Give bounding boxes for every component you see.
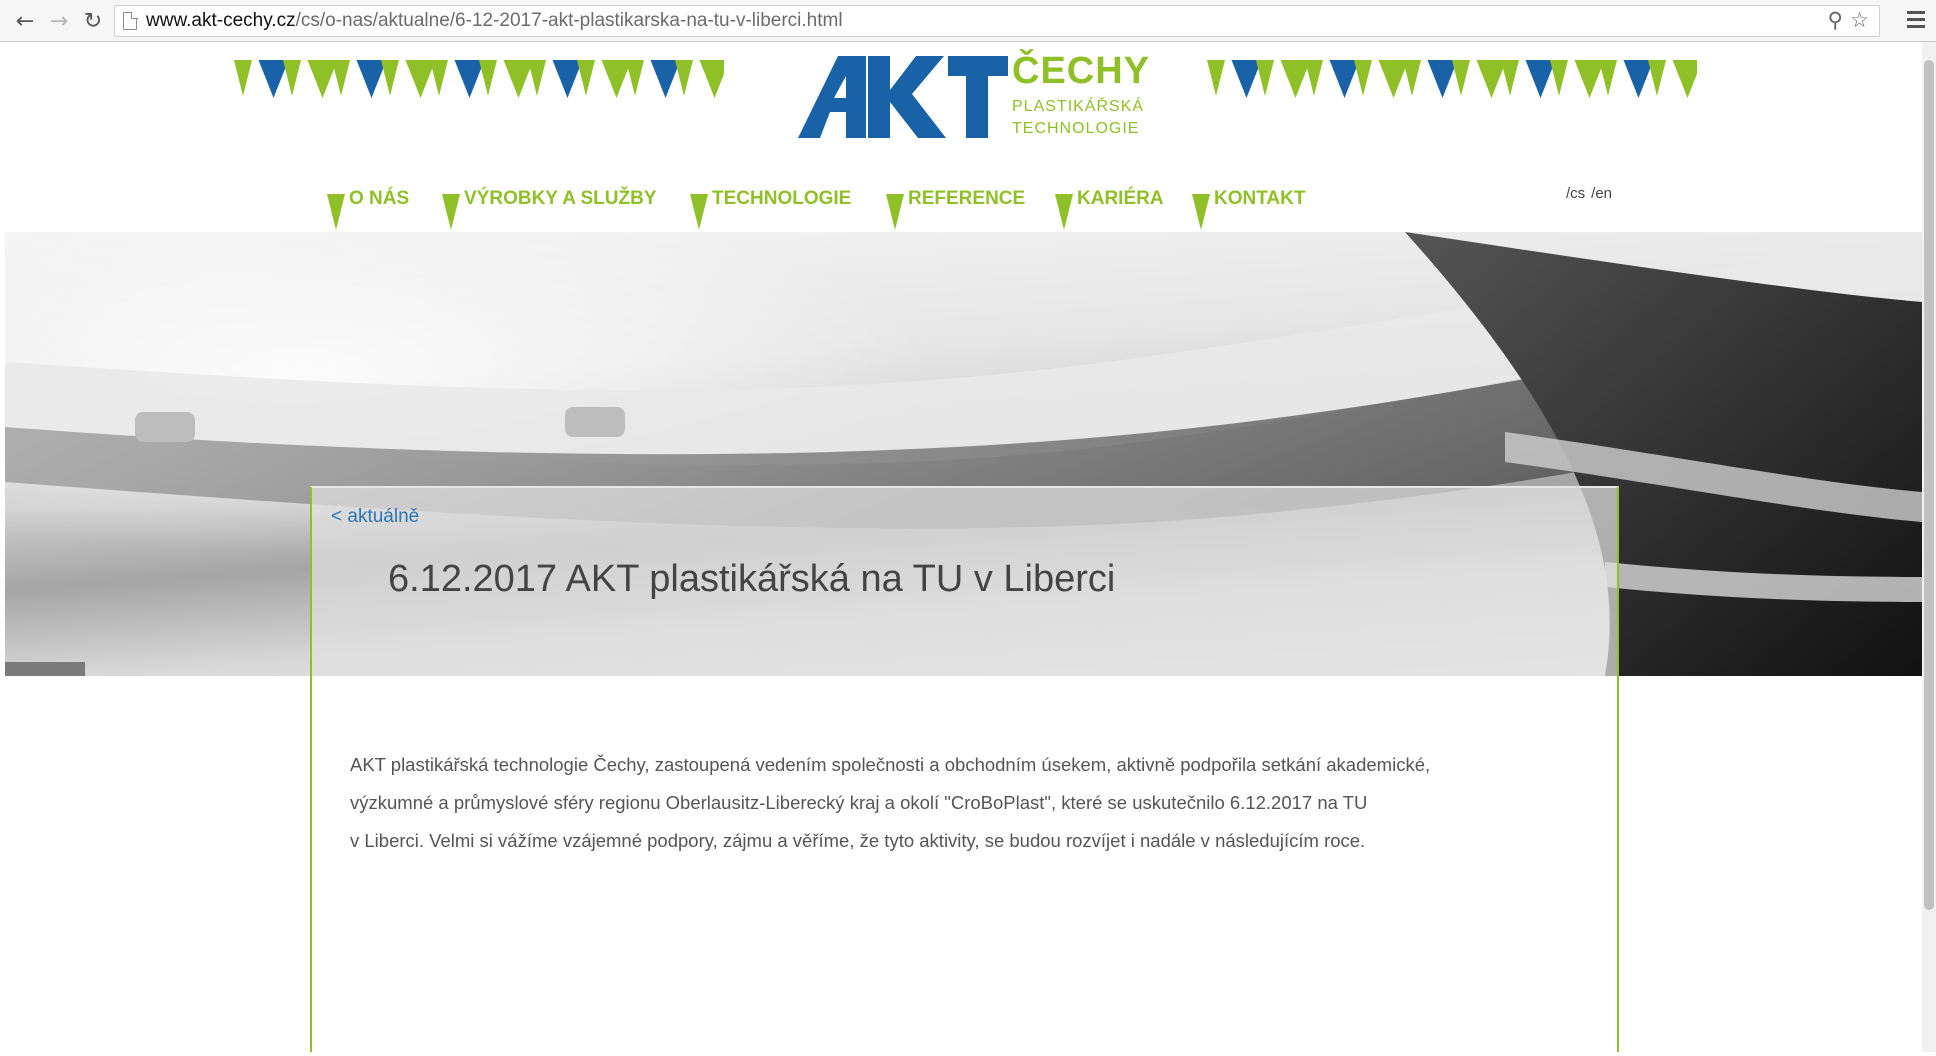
pennant-flag (1354, 60, 1372, 96)
menu-icon[interactable] (1904, 7, 1928, 33)
pennant-flag (1427, 60, 1458, 98)
pennant-flag (381, 60, 399, 96)
pennant-flag (1403, 60, 1421, 96)
pennant-flag (528, 60, 546, 96)
zoom-icon[interactable]: ⚲ (1828, 8, 1843, 32)
pennant-flag (552, 60, 583, 98)
pennant-flag (356, 60, 387, 98)
pennant-flag (699, 60, 724, 98)
pennant-flag (650, 60, 681, 98)
pennant-flag (503, 60, 534, 98)
pennant-flag (1329, 60, 1360, 98)
pennant-flag (1378, 60, 1409, 98)
nav-label: REFERENCE (908, 188, 1026, 209)
article-line: AKT plastikářská technologie Čechy, zast… (350, 754, 1431, 775)
main-navigation: O NÁS VÝROBKY A SLUŽBY TECHNOLOGIE REFER… (0, 180, 1936, 230)
pennant-flag (675, 60, 693, 96)
pennant-flag (258, 60, 289, 98)
lang-en-link[interactable]: /en (1591, 185, 1612, 202)
address-bar[interactable]: www.akt-cechy.cz/cs/o-nas/aktualne/6-12-… (114, 5, 1880, 37)
pennant-flag (430, 60, 448, 96)
pennant-flag (1501, 60, 1519, 96)
pennant-flag (283, 60, 301, 96)
pennant-decoration-right (1207, 60, 1697, 98)
pennant-flag (1648, 60, 1666, 96)
article-body-background (312, 676, 1617, 1056)
pennant-flag (332, 60, 350, 96)
pennant-flag (307, 60, 338, 98)
article-line: výzkumné a průmyslové sféry regionu Ober… (350, 792, 1368, 813)
pennant-flag (234, 60, 252, 96)
browser-toolbar: ← → ↻ www.akt-cechy.cz/cs/o-nas/aktualne… (0, 0, 1936, 42)
scrollbar-thumb[interactable] (1924, 60, 1934, 910)
nav-flag-icon (1192, 194, 1210, 230)
pennant-flag (1280, 60, 1311, 98)
pennant-flag (1623, 60, 1654, 98)
pennant-flag (1476, 60, 1507, 98)
pennant-flag (1231, 60, 1262, 98)
url-host: www.akt-cechy.cz (146, 10, 296, 31)
pennant-flag (1574, 60, 1605, 98)
pennant-flag (1599, 60, 1617, 96)
pennant-flag (1256, 60, 1274, 96)
star-icon[interactable]: ☆ (1850, 8, 1869, 32)
pennant-flag (1305, 60, 1323, 96)
nav-label: O NÁS (349, 188, 410, 209)
article-body: AKT plastikářská technologie Čechy, zast… (350, 746, 1550, 860)
url-text[interactable]: www.akt-cechy.cz/cs/o-nas/aktualne/6-12-… (146, 10, 843, 32)
logo-line1: PLASTIKÁŘSKÁ (1012, 98, 1145, 115)
reload-icon[interactable]: ↻ (78, 6, 108, 36)
language-switcher: /cs/en (1566, 185, 1618, 202)
page-title: 6.12.2017 AKT plastikářská na TU v Liber… (388, 558, 1116, 600)
pennant-flag (601, 60, 632, 98)
back-to-news-link[interactable]: < aktuálně (331, 506, 419, 528)
nav-flag-icon (886, 194, 904, 230)
article-card: < aktuálně 6.12.2017 AKT plastikářská na… (310, 486, 1619, 1056)
logo-line2: TECHNOLOGIE (1012, 120, 1140, 137)
lang-cs-link[interactable]: /cs (1566, 185, 1585, 202)
nav-label: KARIÉRA (1077, 188, 1164, 209)
nav-flag-icon (327, 194, 345, 230)
nav-flag-icon (690, 194, 708, 230)
pennant-decoration-left (234, 60, 724, 98)
pennant-flag (1525, 60, 1556, 98)
pennant-flag (626, 60, 644, 96)
pennant-flag (405, 60, 436, 98)
nav-flag-icon (1055, 194, 1073, 230)
nav-label: VÝROBKY A SLUŽBY (464, 188, 657, 209)
logo-name: ČECHY (1012, 50, 1151, 92)
pennant-flag (479, 60, 497, 96)
nav-label: TECHNOLOGIE (712, 188, 852, 209)
pennant-flag (1550, 60, 1568, 96)
nav-flag-icon (442, 194, 460, 230)
pennant-flag (1452, 60, 1470, 96)
article-line: v Liberci. Velmi si vážíme vzájemné podp… (350, 830, 1366, 851)
page-icon (123, 11, 138, 30)
pennant-flag (454, 60, 485, 98)
arrow-right-icon[interactable]: → (44, 6, 74, 36)
pennant-flag (577, 60, 595, 96)
url-path: /cs/o-nas/aktualne/6-12-2017-akt-plastik… (295, 10, 843, 31)
arrow-left-icon[interactable]: ← (10, 6, 40, 36)
pennant-flag (1207, 60, 1225, 96)
nav-label: KONTAKT (1214, 188, 1306, 209)
page-scrollbar[interactable] (1922, 42, 1936, 1052)
pennant-flag (1672, 60, 1697, 98)
